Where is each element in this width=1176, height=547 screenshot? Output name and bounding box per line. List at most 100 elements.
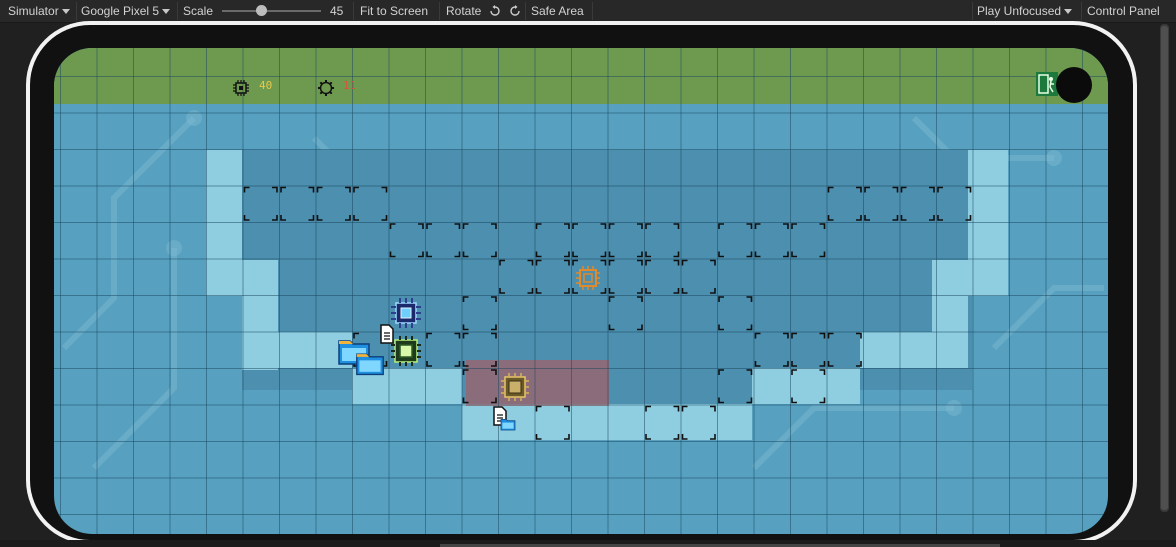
build-slot[interactable] — [462, 332, 497, 367]
gold-chip-tower-icon[interactable] — [499, 371, 531, 403]
device-dropdown[interactable]: Google Pixel 5 — [81, 0, 171, 22]
simulator-label: Simulator — [8, 4, 59, 18]
folder-enemy-icon — [500, 418, 516, 431]
build-slot[interactable] — [754, 223, 789, 258]
build-slot[interactable] — [718, 223, 753, 258]
build-slot-marker — [791, 332, 826, 367]
build-slot-marker — [499, 259, 534, 294]
exit-figure-icon — [1038, 74, 1054, 94]
control-panel-button[interactable]: Control Panel — [1087, 0, 1160, 22]
rotate-left-icon — [490, 5, 500, 16]
build-slot-marker — [462, 332, 497, 367]
scale-label: Scale — [183, 4, 214, 18]
build-slot[interactable] — [535, 259, 570, 294]
toolbar-divider — [439, 2, 440, 20]
toolbar-divider — [177, 2, 178, 20]
chip-count: 40 — [259, 79, 273, 92]
build-slot[interactable] — [791, 369, 826, 404]
play-mode-dropdown[interactable]: Play Unfocused — [977, 0, 1073, 22]
build-slot-marker — [718, 369, 753, 404]
build-slot[interactable] — [535, 223, 570, 258]
build-slot-marker — [316, 186, 351, 221]
build-slot-marker — [280, 186, 315, 221]
build-slot[interactable] — [645, 259, 680, 294]
play-mode-label: Play Unfocused — [977, 4, 1062, 18]
build-slot[interactable] — [864, 186, 899, 221]
build-slot[interactable] — [718, 369, 753, 404]
build-slot[interactable] — [243, 186, 278, 221]
build-slot[interactable] — [608, 296, 643, 331]
cpu-chip-icon — [233, 80, 249, 96]
orange-chip-placement-icon — [576, 266, 600, 290]
fit-to-screen-button[interactable]: Fit to Screen — [360, 0, 428, 22]
toolbar-divider — [353, 2, 354, 20]
build-slot-marker — [243, 186, 278, 221]
gear-count: 11 — [343, 79, 357, 92]
build-slot[interactable] — [791, 223, 826, 258]
build-slot-marker — [462, 369, 497, 404]
safe-area-toggle[interactable]: Safe Area — [531, 0, 584, 22]
build-slot-marker — [462, 296, 497, 331]
rotate-left-button[interactable] — [488, 0, 502, 22]
scrollbar-thumb[interactable] — [1161, 26, 1168, 510]
build-slot[interactable] — [426, 332, 461, 367]
build-slot[interactable] — [681, 405, 716, 440]
toolbar-divider — [76, 2, 77, 20]
camera-cutout — [1056, 67, 1092, 103]
simulator-dropdown[interactable]: Simulator — [8, 0, 70, 22]
build-slot-marker — [864, 186, 899, 221]
build-slot[interactable] — [608, 223, 643, 258]
exit-door-icon[interactable] — [1036, 72, 1058, 96]
build-slot[interactable] — [937, 186, 972, 221]
build-slot-marker — [608, 296, 643, 331]
build-slot-marker — [827, 332, 862, 367]
build-slot[interactable] — [499, 259, 534, 294]
build-slot-marker — [572, 223, 607, 258]
toolbar-divider — [972, 2, 973, 20]
rotate-right-button[interactable] — [508, 0, 522, 22]
build-slot-marker — [645, 405, 680, 440]
build-slot[interactable] — [535, 405, 570, 440]
build-slot[interactable] — [681, 259, 716, 294]
build-slot[interactable] — [645, 223, 680, 258]
rotate-label: Rotate — [446, 4, 482, 18]
build-slot-marker — [791, 369, 826, 404]
build-slot-marker — [754, 332, 789, 367]
build-slot[interactable] — [791, 332, 826, 367]
build-slot-marker — [426, 332, 461, 367]
build-slot[interactable] — [718, 296, 753, 331]
build-slot-marker — [535, 259, 570, 294]
build-slot-marker — [608, 259, 643, 294]
build-slot[interactable] — [426, 223, 461, 258]
build-slot[interactable] — [316, 186, 351, 221]
build-slot-marker — [389, 223, 424, 258]
build-slot[interactable] — [353, 186, 388, 221]
build-slot[interactable] — [754, 332, 789, 367]
build-slot[interactable] — [280, 186, 315, 221]
build-slot-marker — [900, 186, 935, 221]
build-slot[interactable] — [827, 186, 862, 221]
build-slot[interactable] — [827, 332, 862, 367]
scale-slider[interactable] — [222, 10, 321, 12]
rotate-right-icon — [510, 5, 520, 16]
build-slot-marker — [535, 223, 570, 258]
build-slot[interactable] — [462, 296, 497, 331]
build-slot-marker — [718, 223, 753, 258]
build-slot[interactable] — [645, 405, 680, 440]
build-slot-marker — [754, 223, 789, 258]
build-slot-marker — [426, 223, 461, 258]
folder-enemy-icon — [356, 353, 384, 376]
scale-slider-thumb[interactable] — [256, 5, 267, 16]
toolbar-divider — [592, 2, 593, 20]
build-slot[interactable] — [462, 223, 497, 258]
game-screen[interactable]: 40 11 — [54, 48, 1108, 534]
build-slot[interactable] — [389, 223, 424, 258]
build-slot-marker — [608, 223, 643, 258]
chevron-down-icon — [162, 9, 171, 14]
build-slot[interactable] — [608, 259, 643, 294]
build-slot-marker — [827, 186, 862, 221]
chevron-down-icon — [1064, 9, 1073, 14]
build-slot[interactable] — [462, 369, 497, 404]
build-slot[interactable] — [900, 186, 935, 221]
build-slot[interactable] — [572, 223, 607, 258]
